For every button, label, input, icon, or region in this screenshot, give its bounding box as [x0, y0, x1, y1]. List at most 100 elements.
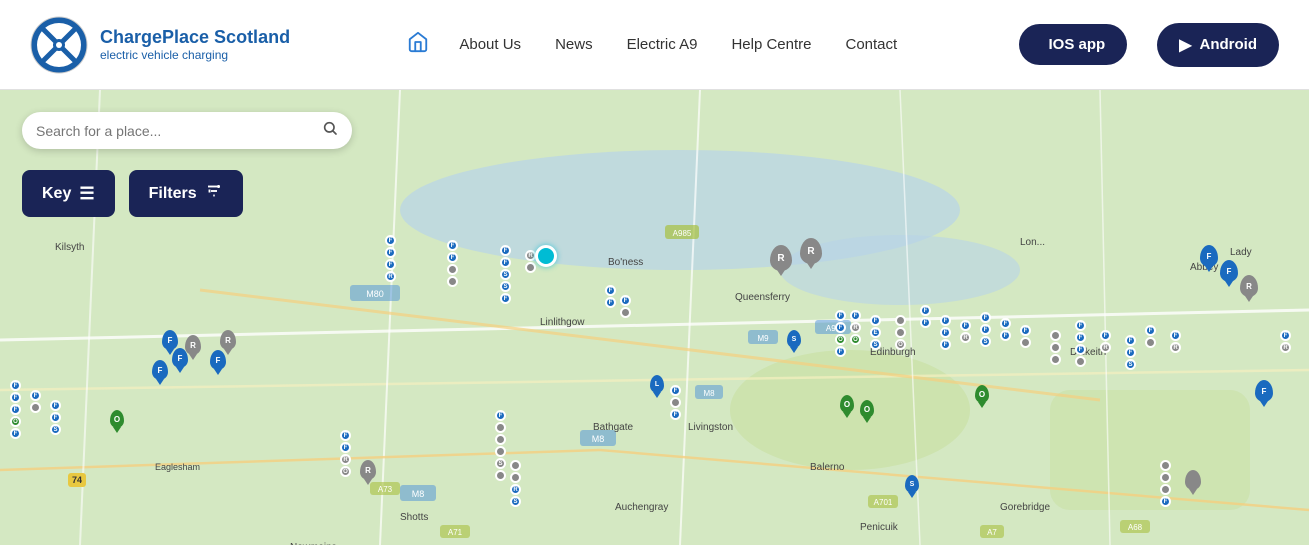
marker-mid-left-2[interactable]: R — [360, 460, 376, 480]
nav-news[interactable]: News — [541, 30, 607, 59]
marker-edin-9[interactable]: F F — [1000, 318, 1011, 341]
marker-stack-5[interactable]: F F — [605, 285, 616, 308]
marker-edin-8[interactable]: F F S — [980, 312, 991, 347]
svg-text:M8: M8 — [592, 434, 605, 444]
marker-green-o-1[interactable]: O — [110, 410, 124, 428]
logo-link[interactable]: ChargePlace Scotland electric vehicle ch… — [30, 16, 290, 74]
marker-stack-3[interactable]: F F S S F — [500, 245, 511, 304]
nav-help-centre[interactable]: Help Centre — [717, 30, 825, 59]
svg-text:Bo'ness: Bo'ness — [608, 257, 643, 268]
marker-edin-4[interactable]: O — [895, 315, 906, 350]
marker-livingston-stack[interactable]: F F — [670, 385, 681, 420]
map-container[interactable]: M80 M8 M8 M8 M9 A90 Kilsyth Bo'ness Quee… — [0, 90, 1309, 545]
filters-button[interactable]: Filters — [129, 170, 243, 217]
marker-edin-6[interactable]: F F F — [940, 315, 951, 350]
svg-text:Livingston: Livingston — [688, 422, 733, 433]
nav-home-icon[interactable] — [397, 25, 439, 65]
marker-lower-right-2[interactable] — [1185, 470, 1201, 490]
ios-app-label: IOS app — [1049, 36, 1106, 53]
marker-right-1[interactable] — [1050, 330, 1061, 365]
marker-edin-5[interactable]: F F — [920, 305, 931, 328]
marker-numbered[interactable]: 74 — [68, 473, 86, 487]
marker-lower-right-1[interactable]: F — [1160, 460, 1171, 507]
search-bar — [22, 112, 352, 149]
marker-right-4[interactable]: F F S — [1125, 335, 1136, 370]
logo-icon — [30, 16, 88, 74]
marker-edin-7[interactable]: F R — [960, 320, 971, 343]
svg-text:Bathgate: Bathgate — [593, 422, 633, 433]
marker-bottom-1[interactable]: F S — [495, 410, 506, 481]
marker-mid-left-1[interactable]: F F R O — [340, 430, 351, 477]
marker-stack-6[interactable]: F — [620, 295, 631, 318]
marker-green-o-3[interactable]: O — [860, 400, 874, 418]
marker-bottom-2[interactable]: R S — [510, 460, 521, 507]
marker-green-o-4[interactable]: O — [975, 385, 989, 403]
marker-edin-1[interactable]: F F O F — [835, 310, 846, 357]
svg-text:A68: A68 — [1128, 523, 1143, 532]
svg-text:Linlithgow: Linlithgow — [540, 317, 585, 328]
svg-text:M80: M80 — [366, 289, 384, 299]
nav-about-us[interactable]: About Us — [445, 30, 535, 59]
marker-far-left-3[interactable]: F F S — [50, 400, 61, 435]
svg-text:Kilsyth: Kilsyth — [55, 242, 84, 253]
marker-livingston-1[interactable]: L — [650, 375, 664, 393]
android-app-button[interactable]: ▶ Android — [1157, 23, 1279, 67]
marker-s-1[interactable]: S — [787, 330, 801, 348]
marker-right-3[interactable]: F R — [1100, 330, 1111, 353]
svg-text:Shotts: Shotts — [400, 512, 428, 523]
android-app-label: Android — [1200, 36, 1258, 53]
marker-far-right-1[interactable]: F — [1200, 245, 1218, 267]
svg-text:Penicuik: Penicuik — [860, 522, 899, 533]
marker-edin-2[interactable]: F R O — [850, 310, 861, 345]
nav-electric-a9[interactable]: Electric A9 — [613, 30, 712, 59]
play-icon: ▶ — [1179, 35, 1191, 55]
marker-right-6[interactable]: F R — [1170, 330, 1181, 353]
marker-bottom-left-s[interactable]: S — [905, 475, 919, 493]
svg-text:M9: M9 — [757, 334, 769, 343]
marker-edge-2[interactable]: F — [1255, 380, 1273, 402]
marker-edin-10[interactable]: F — [1020, 325, 1031, 348]
svg-text:Auchengray: Auchengray — [615, 502, 668, 513]
svg-text:Balerno: Balerno — [810, 462, 845, 473]
marker-far-right-3[interactable]: R — [1240, 275, 1258, 297]
svg-text:M8: M8 — [703, 389, 715, 398]
marker-gray-big[interactable]: R — [770, 245, 792, 271]
search-input[interactable] — [36, 123, 322, 139]
key-button[interactable]: Key ☰ — [22, 170, 115, 217]
nav-contact[interactable]: Contact — [832, 30, 912, 59]
svg-text:A701: A701 — [874, 498, 893, 507]
svg-text:M8: M8 — [412, 489, 425, 499]
svg-text:Gorebridge: Gorebridge — [1000, 502, 1050, 513]
svg-text:Lady: Lady — [1230, 247, 1252, 258]
svg-text:A7: A7 — [987, 528, 997, 537]
marker-edge-1[interactable]: F R — [1280, 330, 1291, 353]
site-header: ChargePlace Scotland electric vehicle ch… — [0, 0, 1309, 90]
list-icon: ☰ — [79, 184, 94, 204]
marker-right-2[interactable]: F F F — [1075, 320, 1086, 367]
svg-text:Queensferry: Queensferry — [735, 292, 790, 303]
logo-subtitle: electric vehicle charging — [100, 48, 290, 62]
marker-green-o-2[interactable]: O — [840, 395, 854, 413]
marker-edin-3[interactable]: F E S — [870, 315, 881, 350]
search-icon — [322, 120, 338, 141]
marker-right-5[interactable]: F — [1145, 325, 1156, 348]
marker-stack-1[interactable]: F F F R — [385, 235, 396, 282]
marker-far-right-2[interactable]: F — [1220, 260, 1238, 282]
map-controls: Key ☰ Filters — [22, 170, 243, 217]
marker-far-left-2[interactable]: F — [30, 390, 41, 413]
ios-app-button[interactable]: IOS app — [1019, 24, 1128, 65]
filters-label: Filters — [149, 185, 197, 203]
key-label: Key — [42, 185, 71, 203]
svg-text:A73: A73 — [378, 485, 393, 494]
svg-text:A71: A71 — [448, 528, 463, 537]
marker-gray-big-2[interactable]: R — [800, 238, 822, 264]
main-nav: About Us News Electric A9 Help Centre Co… — [320, 25, 988, 65]
filter-icon — [205, 182, 223, 205]
svg-text:Eaglesham: Eaglesham — [155, 462, 200, 472]
map-background: M80 M8 M8 M8 M9 A90 Kilsyth Bo'ness Quee… — [0, 90, 1309, 545]
logo-title: ChargePlace Scotland — [100, 27, 290, 49]
marker-stack-2[interactable]: F F — [447, 240, 458, 287]
logo-text: ChargePlace Scotland electric vehicle ch… — [100, 27, 290, 63]
svg-text:A985: A985 — [673, 229, 692, 238]
marker-far-left[interactable]: F F F O F — [10, 380, 21, 439]
